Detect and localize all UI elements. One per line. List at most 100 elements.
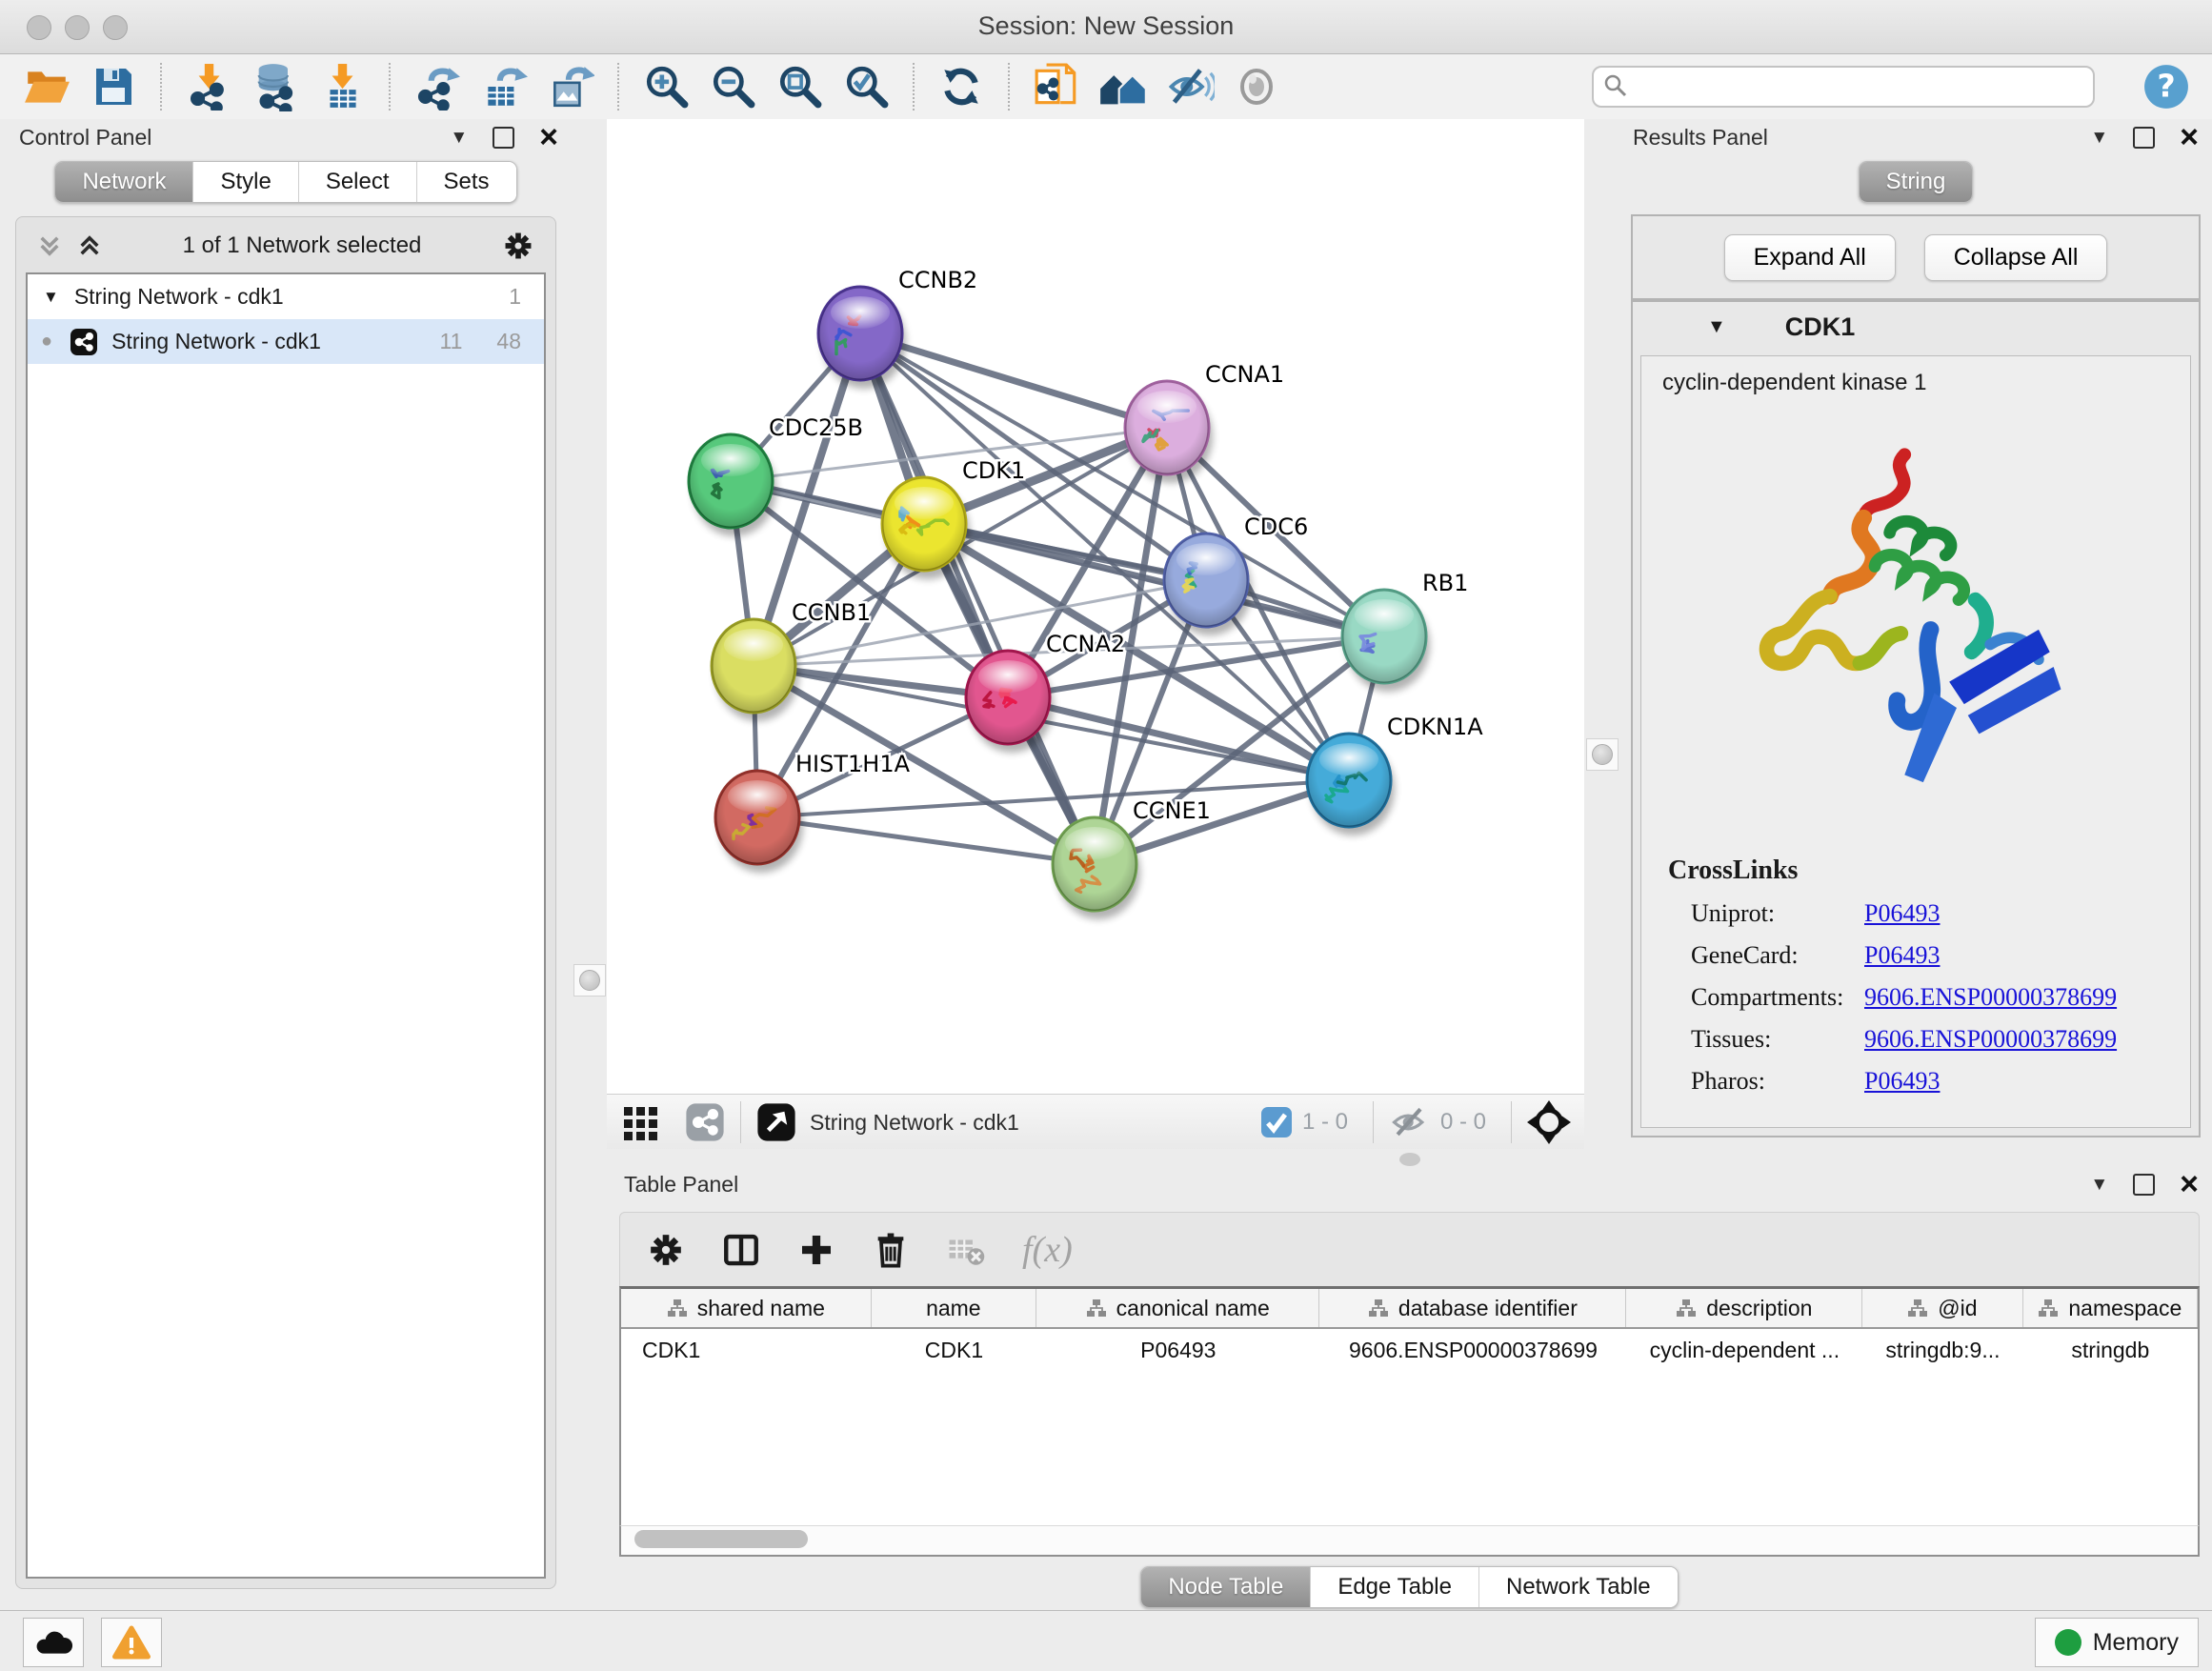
refresh-button[interactable]: [936, 62, 986, 111]
network-collection-row[interactable]: ▼ String Network - cdk1 1: [28, 274, 544, 319]
graph-edge[interactable]: [860, 333, 1167, 428]
column-header-name[interactable]: name: [872, 1289, 1036, 1327]
table-body: CDK1CDK1P064939606.ENSP00000378699cyclin…: [621, 1329, 2198, 1371]
column-header-canonical-name[interactable]: canonical name: [1036, 1289, 1319, 1327]
table-cell[interactable]: cyclin-dependent ...: [1627, 1329, 1863, 1371]
crosslink-link[interactable]: P06493: [1864, 941, 1940, 970]
column-header-database-identifier[interactable]: database identifier: [1319, 1289, 1626, 1327]
tab-network-table[interactable]: Network Table: [1478, 1567, 1678, 1607]
column-header--id[interactable]: @id: [1862, 1289, 2022, 1327]
crosslink-link[interactable]: P06493: [1864, 899, 1940, 928]
table-cell[interactable]: 9606.ENSP00000378699: [1319, 1329, 1626, 1371]
network-tab-content: 1 of 1 Network selected ▼ String Network…: [15, 216, 556, 1589]
column-header-description[interactable]: description: [1626, 1289, 1862, 1327]
panel-menu-icon[interactable]: ▼: [2090, 129, 2108, 147]
protein-structure-image: [1706, 421, 2125, 831]
panel-close-icon[interactable]: ×: [2180, 1172, 2199, 1198]
tab-node-table[interactable]: Node Table: [1141, 1567, 1310, 1607]
share-document-button[interactable]: [1032, 62, 1081, 111]
zoom-selected-button[interactable]: [841, 62, 891, 111]
panel-float-icon[interactable]: [2133, 1174, 2155, 1196]
tab-sets[interactable]: Sets: [416, 162, 516, 202]
graph-node-rb1[interactable]: RB1: [1342, 570, 1468, 692]
splitter-handle[interactable]: [1399, 1153, 1420, 1166]
tab-select[interactable]: Select: [298, 162, 416, 202]
horizontal-splitter[interactable]: [607, 1149, 2212, 1170]
graph-node-cdkn1a[interactable]: CDKN1A: [1307, 714, 1483, 836]
collapse-all-icon[interactable]: [37, 233, 62, 258]
splitter-handle[interactable]: [579, 970, 600, 991]
search-input[interactable]: [1592, 66, 2095, 108]
panel-menu-icon[interactable]: ▼: [450, 129, 468, 147]
network-row[interactable]: ● String Network - cdk1 11 48: [28, 319, 544, 364]
hidden-eye-icon[interactable]: [1389, 1101, 1431, 1143]
warning-status-button[interactable]: [101, 1618, 162, 1667]
expand-all-button[interactable]: Expand All: [1724, 234, 1896, 281]
tab-style[interactable]: Style: [192, 162, 297, 202]
cloud-status-button[interactable]: [23, 1618, 84, 1667]
graph-node-hist1h1a[interactable]: HIST1H1A: [715, 751, 911, 873]
table-cell[interactable]: stringdb: [2023, 1329, 2198, 1371]
network-view-icon[interactable]: [685, 1102, 725, 1142]
right-splitter[interactable]: [1584, 119, 1619, 1149]
zoom-fit-button[interactable]: [774, 62, 824, 111]
select-columns-icon[interactable]: [721, 1230, 761, 1270]
crosslink-link[interactable]: 9606.ENSP00000378699: [1864, 983, 2117, 1012]
network-canvas[interactable]: CCNB2CCNA1CDC25BCDK1CDC6RB1CCNB1CCNA2CDK…: [607, 119, 1584, 1094]
entry-header[interactable]: ▼ CDK1: [1633, 302, 2199, 352]
panel-float-icon[interactable]: [2133, 127, 2155, 149]
zoom-out-button[interactable]: [708, 62, 757, 111]
export-network-button[interactable]: [412, 62, 462, 111]
graph-node-ccne1[interactable]: CCNE1: [1053, 797, 1211, 919]
home-button[interactable]: [1098, 62, 1148, 111]
panel-close-icon[interactable]: ×: [2180, 125, 2199, 151]
node-label: CCNA1: [1205, 361, 1284, 388]
zoom-in-button[interactable]: [641, 62, 691, 111]
tree-expander-icon[interactable]: ▼: [43, 288, 59, 307]
export-table-button[interactable]: [479, 62, 529, 111]
tab-edge-table[interactable]: Edge Table: [1310, 1567, 1478, 1607]
hide-selection-button[interactable]: [1165, 62, 1215, 111]
entry-expander-icon[interactable]: ▼: [1707, 316, 1726, 338]
birdseye-view-icon[interactable]: [756, 1102, 796, 1142]
table-horizontal-scrollbar[interactable]: [619, 1525, 2200, 1557]
table-cell[interactable]: CDK1: [621, 1329, 872, 1371]
column-header-shared-name[interactable]: shared name: [621, 1289, 872, 1327]
table-row[interactable]: CDK1CDK1P064939606.ENSP00000378699cyclin…: [621, 1329, 2198, 1371]
expand-all-icon[interactable]: [77, 233, 102, 258]
selected-checkbox-icon[interactable]: [1260, 1106, 1293, 1138]
grid-view-icon[interactable]: [622, 1103, 660, 1141]
crosslink-link[interactable]: P06493: [1864, 1067, 1940, 1096]
collapse-all-button[interactable]: Collapse All: [1924, 234, 2108, 281]
reposition-crosshair-icon[interactable]: [1527, 1100, 1571, 1144]
panel-float-icon[interactable]: [493, 127, 514, 149]
import-network-from-database-button[interactable]: [251, 62, 300, 111]
show-all-button[interactable]: [1232, 62, 1281, 111]
table-settings-gear-icon[interactable]: [647, 1231, 685, 1269]
add-column-icon[interactable]: [797, 1231, 835, 1269]
open-file-button[interactable]: [22, 62, 71, 111]
splitter-handle[interactable]: [1592, 744, 1613, 765]
table-cell[interactable]: stringdb:9...: [1862, 1329, 2022, 1371]
import-table-button[interactable]: [317, 62, 367, 111]
graph-node-cdc6[interactable]: CDC6: [1164, 513, 1308, 635]
panel-menu-icon[interactable]: ▼: [2090, 1176, 2108, 1194]
delete-column-icon[interactable]: [872, 1231, 910, 1269]
save-icon: [90, 64, 136, 110]
scrollbar-thumb[interactable]: [634, 1530, 808, 1548]
column-header-namespace[interactable]: namespace: [2023, 1289, 2198, 1327]
export-image-button[interactable]: [546, 62, 595, 111]
left-splitter[interactable]: [572, 119, 607, 1610]
import-network-button[interactable]: [184, 62, 233, 111]
table-cell[interactable]: P06493: [1036, 1329, 1319, 1371]
tab-string[interactable]: String: [1860, 162, 1973, 202]
panel-close-icon[interactable]: ×: [539, 125, 558, 151]
memory-button[interactable]: Memory: [2035, 1618, 2199, 1667]
crosslink-link[interactable]: 9606.ENSP00000378699: [1864, 1025, 2117, 1054]
tab-network[interactable]: Network: [55, 162, 192, 202]
help-button[interactable]: ?: [2142, 62, 2191, 111]
save-session-button[interactable]: [89, 62, 138, 111]
table-cell[interactable]: CDK1: [872, 1329, 1036, 1371]
gear-icon[interactable]: [502, 230, 534, 262]
graph-edge[interactable]: [757, 817, 1095, 864]
